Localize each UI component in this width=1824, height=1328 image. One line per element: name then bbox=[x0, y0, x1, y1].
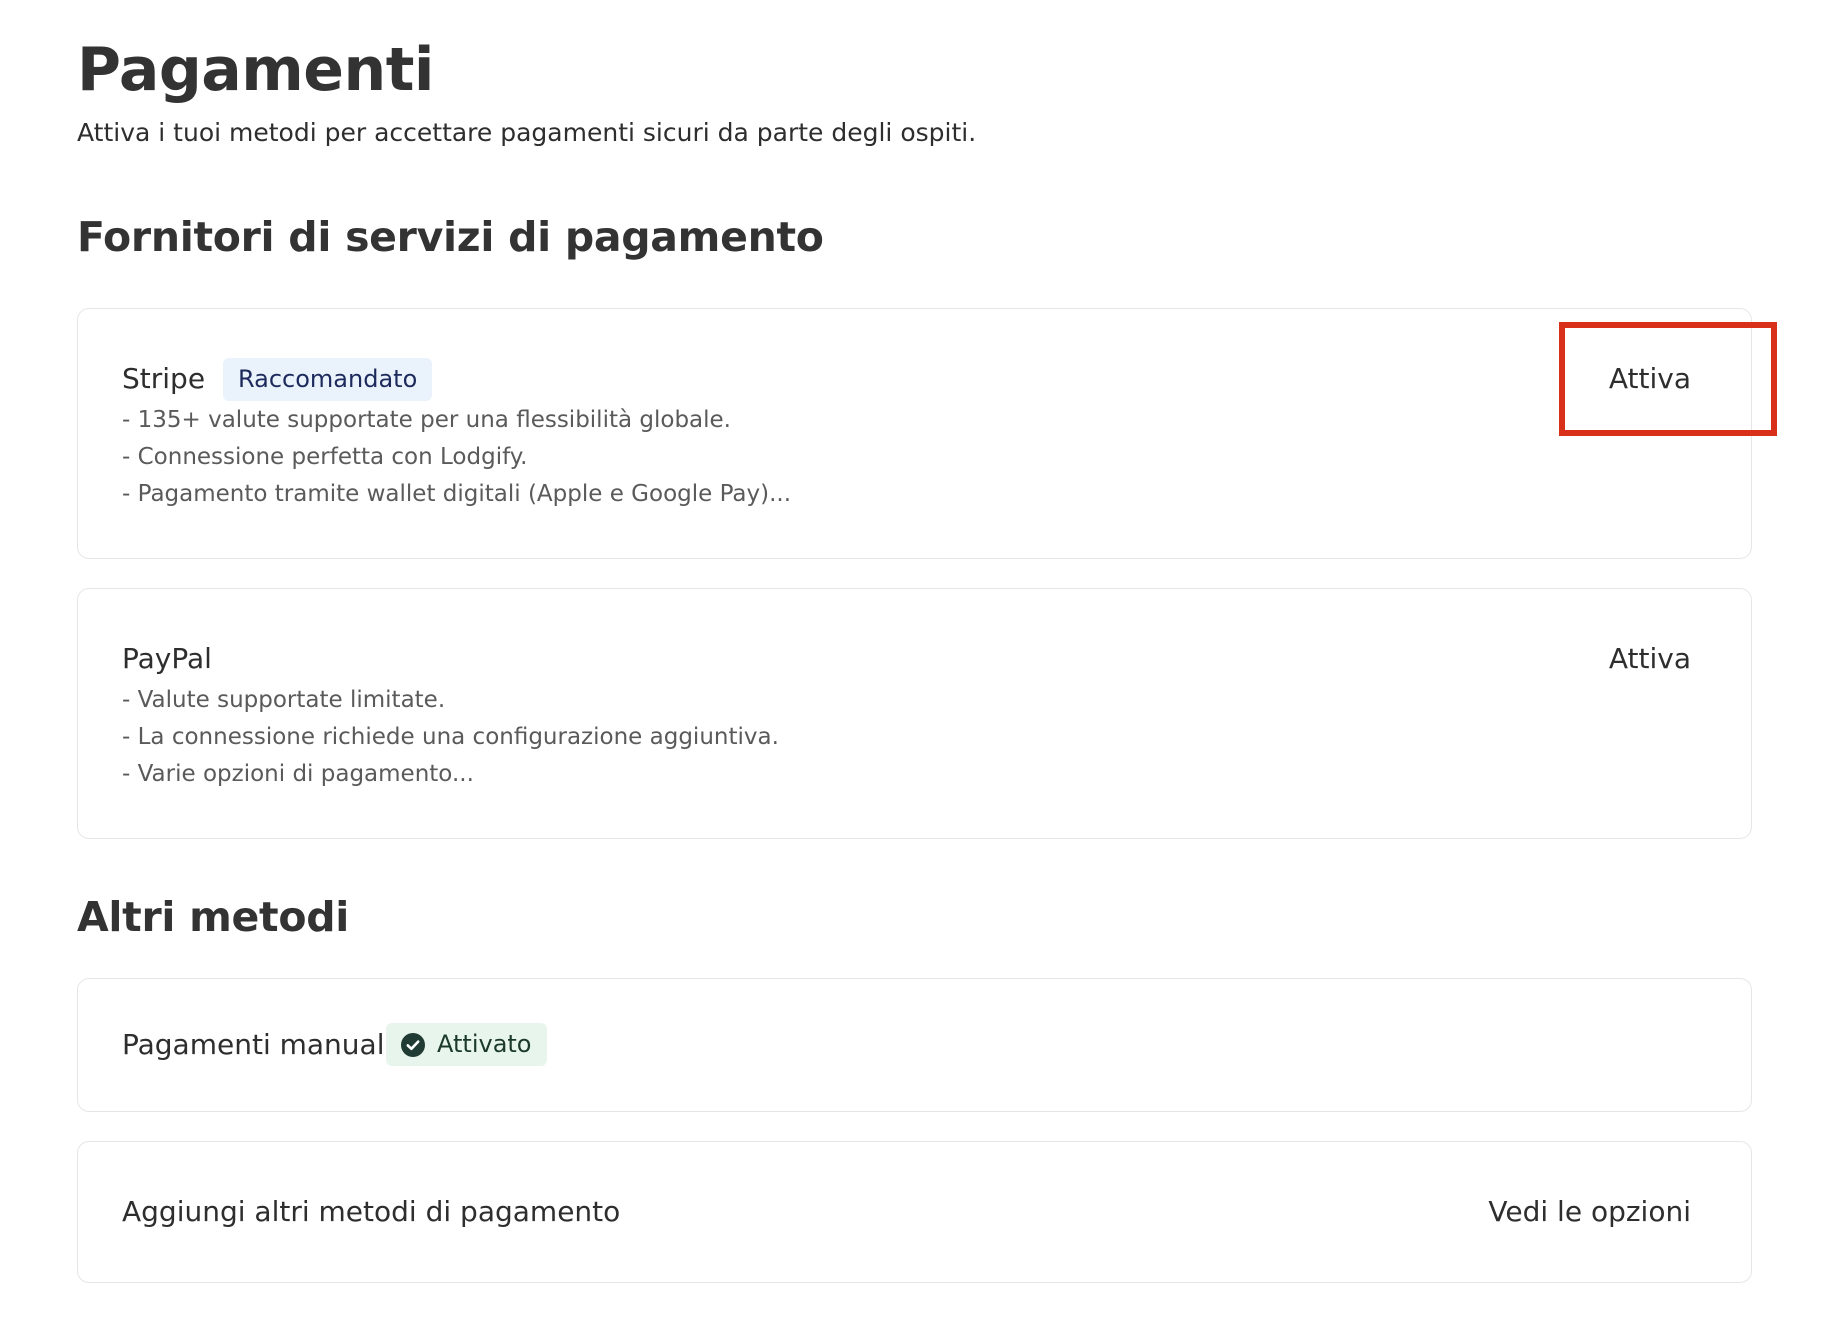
manual-payments-name: Pagamenti manuali bbox=[122, 1028, 393, 1061]
page-subtitle: Attiva i tuoi metodi per accettare pagam… bbox=[77, 118, 977, 147]
check-circle-icon bbox=[401, 1032, 425, 1057]
add-payment-methods-card: Aggiungi altri metodi di pagamento Vedi … bbox=[77, 1141, 1752, 1283]
paypal-card: PayPal - Valute supportate limitate. - L… bbox=[77, 588, 1752, 839]
activated-badge: Attivato bbox=[386, 1023, 547, 1066]
activated-badge-label: Attivato bbox=[437, 1030, 532, 1058]
stripe-name: Stripe bbox=[122, 362, 206, 395]
see-options-button[interactable]: Vedi le opzioni bbox=[1488, 1194, 1691, 1230]
other-methods-section-title: Altri metodi bbox=[77, 893, 350, 941]
stripe-feature-list: - 135+ valute supportate per una flessib… bbox=[122, 402, 791, 513]
providers-section-title: Fornitori di servizi di pagamento bbox=[77, 213, 824, 261]
stripe-card: Stripe Raccomandato - 135+ valute suppor… bbox=[77, 308, 1752, 559]
paypal-feature-list: - Valute supportate limitate. - La conne… bbox=[122, 682, 779, 793]
list-item: - Valute supportate limitate. bbox=[122, 687, 446, 713]
page-title: Pagamenti bbox=[77, 35, 434, 105]
recommended-badge: Raccomandato bbox=[223, 358, 433, 401]
stripe-activate-button[interactable]: Attiva bbox=[1609, 361, 1691, 397]
paypal-activate-button[interactable]: Attiva bbox=[1609, 641, 1691, 677]
list-item: - La connessione richiede una configuraz… bbox=[122, 724, 779, 750]
paypal-name: PayPal bbox=[122, 642, 212, 675]
add-payment-methods-label: Aggiungi altri metodi di pagamento bbox=[122, 1195, 621, 1228]
list-item: - Connessione perfetta con Lodgify. bbox=[122, 444, 528, 470]
list-item: - Pagamento tramite wallet digitali (App… bbox=[122, 481, 792, 507]
manual-payments-card: Pagamenti manuali Attivato bbox=[77, 978, 1752, 1112]
list-item: - Varie opzioni di pagamento... bbox=[122, 761, 474, 787]
list-item: - 135+ valute supportate per una flessib… bbox=[122, 407, 731, 433]
